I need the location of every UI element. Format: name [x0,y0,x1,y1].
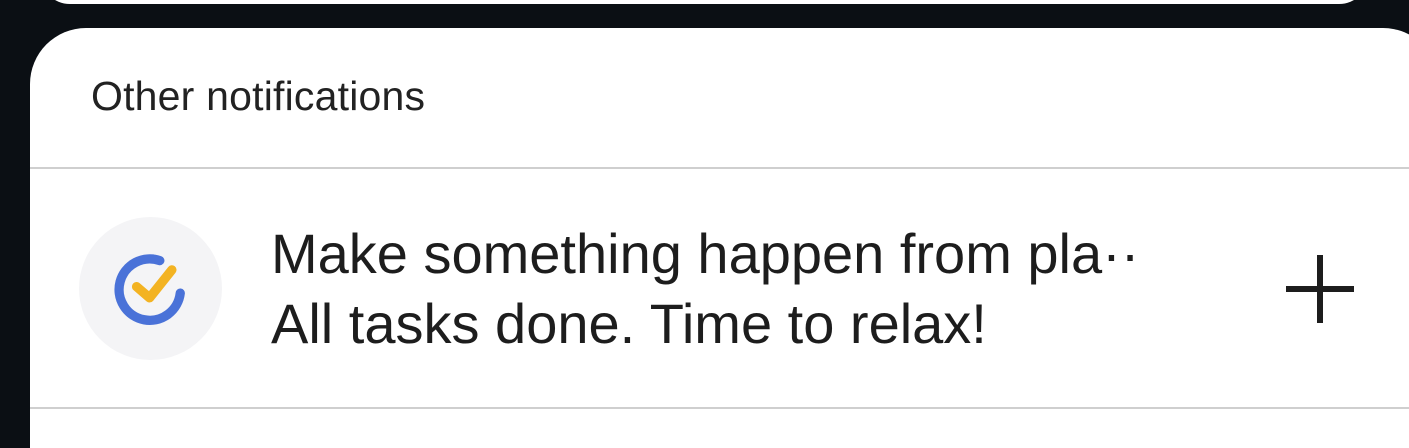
ticktick-check-icon [114,254,185,325]
section-title: Other notifications [91,73,426,119]
notification-body: All tasks done. Time to relax! [271,292,987,355]
notification-item[interactable]: Make something happen from pla·· All tas… [30,169,1409,409]
app-icon [79,217,222,360]
section-header: Other notifications [30,28,1409,169]
add-button[interactable] [1280,249,1360,329]
notification-title: Make something happen from pla·· [271,222,1140,285]
notification-text: Make something happen from pla·· All tas… [271,219,1211,359]
previous-notification-card-edge [40,0,1369,4]
plus-icon [1286,255,1354,323]
notification-panel: Other notifications Make something happe… [30,28,1409,448]
